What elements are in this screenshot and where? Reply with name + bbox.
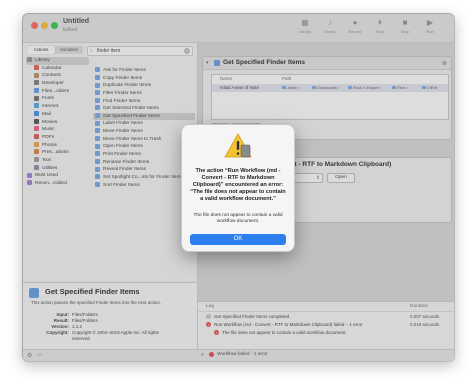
alert-message: The file does not appear to contain a va… [193, 213, 283, 224]
warning-icon [224, 133, 252, 158]
ok-button[interactable]: OK [190, 234, 286, 245]
error-alert-dialog: The action “Run Workflow (md - Convert -… [181, 124, 295, 252]
alert-title: The action “Run Workflow (md - Convert -… [190, 168, 286, 202]
